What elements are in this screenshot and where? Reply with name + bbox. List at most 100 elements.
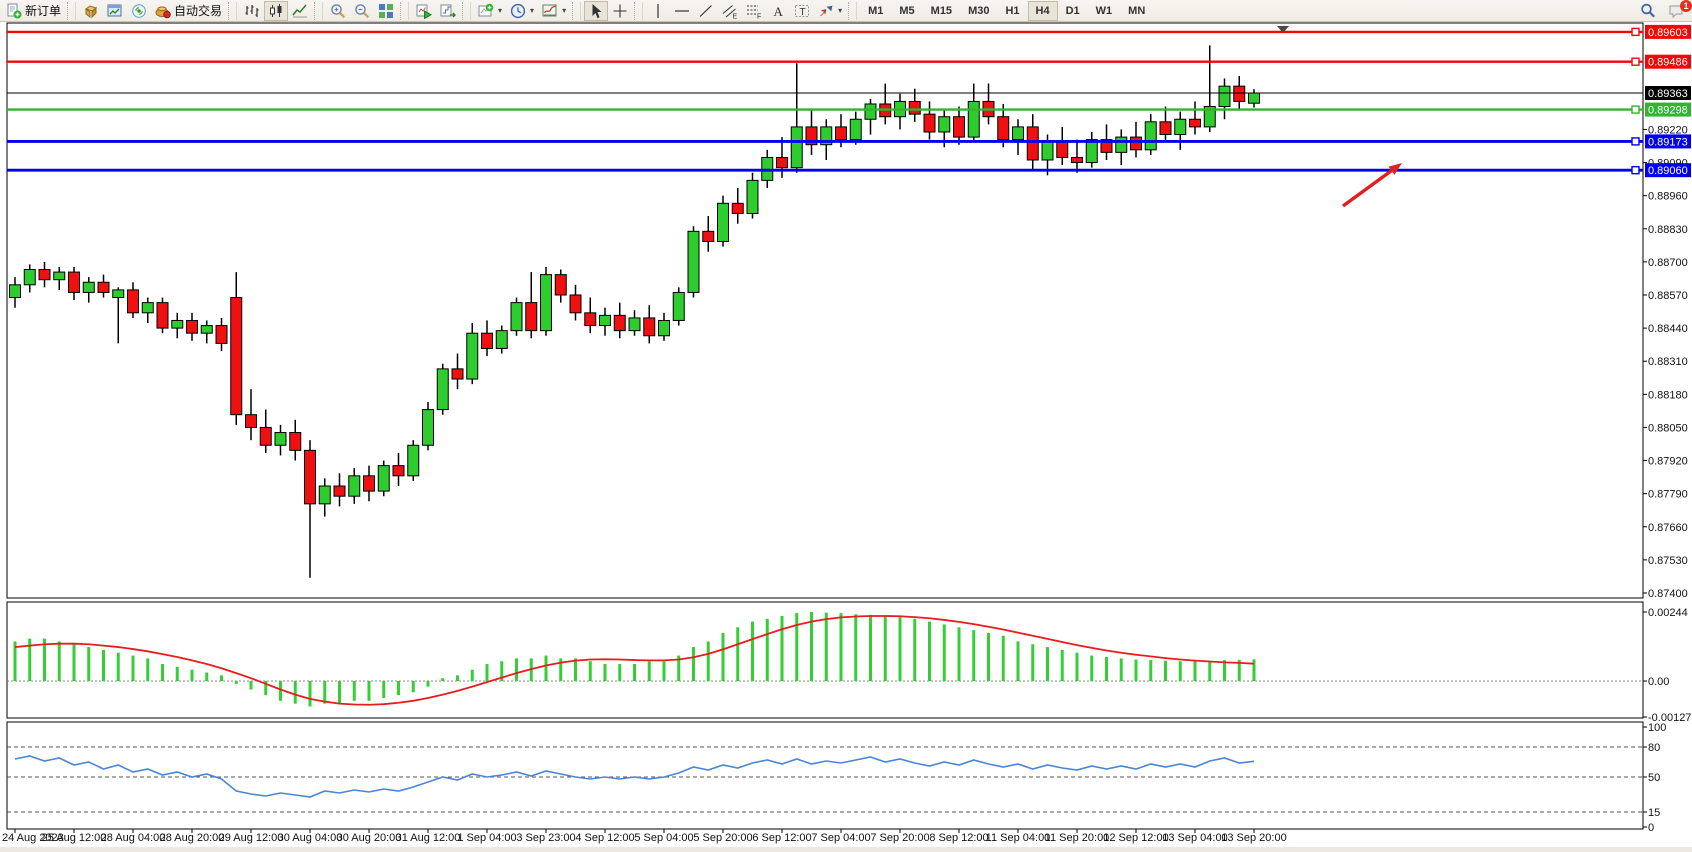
fibonacci-icon: F: [746, 3, 762, 19]
chart-shift-marker[interactable]: [1277, 26, 1289, 33]
line-chart-button[interactable]: [288, 1, 312, 21]
cursor-button[interactable]: [584, 1, 608, 21]
rsi-indicator-label: RSI(14) 65.6604: [10, 724, 91, 736]
svg-text:0.87660: 0.87660: [1648, 522, 1688, 534]
line-anchor-handle[interactable]: [1632, 138, 1639, 145]
line-anchor-handle[interactable]: [1632, 28, 1639, 35]
svg-text:7 Sep 20:00: 7 Sep 20:00: [870, 832, 929, 844]
price-levels-layer: 0.896030.894860.893630.892980.891730.890…: [7, 25, 1691, 177]
timeframe-h4-button[interactable]: H4: [1028, 1, 1058, 21]
notifications-button[interactable]: 1: [1664, 1, 1688, 21]
svg-text:0.88830: 0.88830: [1648, 224, 1688, 236]
candlestick-chart-icon: [268, 3, 284, 19]
chevron-down-icon[interactable]: ▾: [562, 6, 566, 15]
crosshair-button[interactable]: [608, 1, 632, 21]
autotrade-button[interactable]: 自动交易: [151, 1, 226, 21]
autotrade-icon: [155, 3, 171, 19]
zoom-out-icon: [354, 3, 370, 19]
vertical-line-button[interactable]: [646, 1, 670, 21]
svg-text:13 Sep 20:00: 13 Sep 20:00: [1221, 832, 1286, 844]
svg-text:0.88570: 0.88570: [1648, 290, 1688, 302]
svg-text:0.89603: 0.89603: [1648, 27, 1688, 39]
charts-button[interactable]: [103, 1, 127, 21]
periods-button[interactable]: ▾: [506, 1, 538, 21]
crosshair-icon: [612, 3, 628, 19]
toolbar-separator: [228, 2, 237, 20]
channel-button[interactable]: E: [718, 1, 742, 21]
toolbar-separator: [462, 2, 471, 20]
arrow-annotation[interactable]: [1343, 163, 1402, 206]
chevron-down-icon[interactable]: ▾: [838, 6, 842, 15]
toolbar: 新订单 自动交易 ▾ ▾ ▾ E F AT ▾ M1M5M15M30H1H4D1W1MN 1: [0, 0, 1692, 22]
svg-text:-0.001273: -0.001273: [1648, 712, 1692, 724]
tile-windows-icon: [378, 3, 394, 19]
bar-chart-button[interactable]: [240, 1, 264, 21]
timeframe-mn-button[interactable]: MN: [1120, 1, 1153, 21]
svg-text:0.88960: 0.88960: [1648, 191, 1688, 203]
indicators-button[interactable]: ▾: [538, 1, 570, 21]
svg-text:0.88700: 0.88700: [1648, 257, 1688, 269]
horizontal-line-icon: [674, 3, 690, 19]
new-order-button[interactable]: 新订单: [2, 1, 65, 21]
svg-text:0.89220: 0.89220: [1648, 124, 1688, 136]
time-axis: 24 Aug 202325 Aug 12:0028 Aug 04:0028 Au…: [2, 829, 1287, 844]
svg-text:5 Sep 20:00: 5 Sep 20:00: [693, 832, 752, 844]
fibonacci-button[interactable]: F: [742, 1, 766, 21]
current-price-tag: [1645, 86, 1691, 100]
svg-text:3 Sep 23:00: 3 Sep 23:00: [516, 832, 575, 844]
svg-text:15: 15: [1648, 807, 1660, 819]
search-button[interactable]: [1636, 1, 1660, 21]
timeframe-d1-button[interactable]: D1: [1058, 1, 1088, 21]
new-order-button-label: 新订单: [25, 2, 61, 19]
line-anchor-handle[interactable]: [1632, 106, 1639, 113]
svg-text:30 Aug 04:00: 30 Aug 04:00: [278, 832, 343, 844]
line-anchor-handle[interactable]: [1632, 58, 1639, 65]
candlestick-chart-button[interactable]: [264, 1, 288, 21]
level-price-tag: [1645, 55, 1691, 69]
timeframe-m5-button[interactable]: M5: [891, 1, 922, 21]
svg-text:F: F: [757, 13, 761, 19]
svg-text:A: A: [774, 4, 784, 19]
toolbar-separator: [314, 2, 323, 20]
svg-text:1 Sep 04:00: 1 Sep 04:00: [457, 832, 516, 844]
text-label-button[interactable]: T: [790, 1, 814, 21]
timeframe-m30-button[interactable]: M30: [960, 1, 997, 21]
new-chart-button[interactable]: ▾: [474, 1, 506, 21]
svg-text:8 Sep 12:00: 8 Sep 12:00: [929, 832, 988, 844]
toolbar-separator: [67, 2, 76, 20]
signals-button[interactable]: [127, 1, 151, 21]
zoom-out-button[interactable]: [350, 1, 374, 21]
macd-indicator-label: MACD(12,26,9) 0.000767 0.000612: [10, 604, 184, 616]
periods-icon: [510, 3, 526, 19]
trendline-button[interactable]: [694, 1, 718, 21]
cursor-icon: [588, 3, 604, 19]
chevron-down-icon[interactable]: ▾: [498, 6, 502, 15]
timeframe-h1-button[interactable]: H1: [997, 1, 1027, 21]
strategy-tester-button[interactable]: [412, 1, 436, 21]
line-anchor-handle[interactable]: [1632, 167, 1639, 174]
timeframe-m1-button[interactable]: M1: [860, 1, 891, 21]
arrows-button[interactable]: ▾: [814, 1, 846, 21]
svg-text:0.89060: 0.89060: [1648, 165, 1688, 177]
svg-text:0.00: 0.00: [1648, 676, 1669, 688]
macd-layer: [15, 612, 1254, 706]
chart-object-anchor-icon[interactable]: [10, 27, 21, 38]
zoom-in-icon: [330, 3, 346, 19]
svg-text:6 Sep 12:00: 6 Sep 12:00: [752, 832, 811, 844]
svg-text:0: 0: [1648, 822, 1654, 834]
svg-text:4 Sep 12:00: 4 Sep 12:00: [575, 832, 634, 844]
timeframe-m15-button[interactable]: M15: [923, 1, 960, 21]
profiles-button[interactable]: [79, 1, 103, 21]
svg-text:0.87530: 0.87530: [1648, 555, 1688, 567]
svg-text:0.88310: 0.88310: [1648, 356, 1688, 368]
chevron-down-icon[interactable]: ▾: [530, 6, 534, 15]
horizontal-line-button[interactable]: [670, 1, 694, 21]
strategy-tester-icon: [416, 3, 432, 19]
new-order-icon: [6, 3, 22, 19]
zoom-in-button[interactable]: [326, 1, 350, 21]
svg-text:5 Sep 04:00: 5 Sep 04:00: [634, 832, 693, 844]
text-button[interactable]: A: [766, 1, 790, 21]
tile-windows-button[interactable]: [374, 1, 398, 21]
timeframe-w1-button[interactable]: W1: [1088, 1, 1121, 21]
step-forward-button[interactable]: [436, 1, 460, 21]
